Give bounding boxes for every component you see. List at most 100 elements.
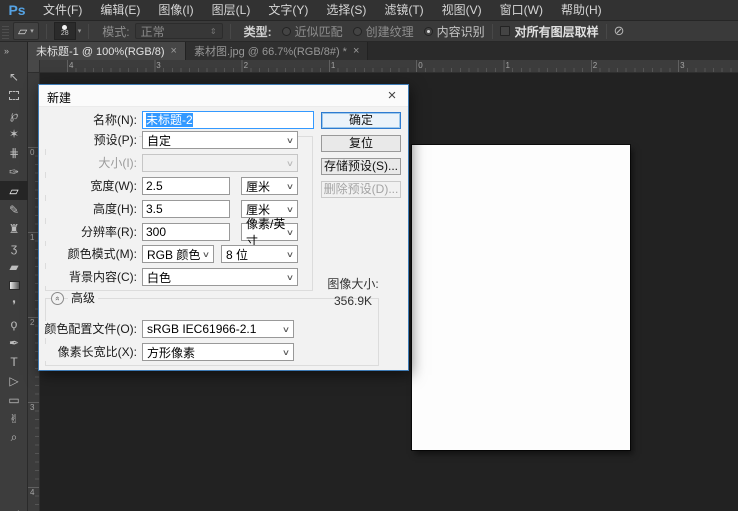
menubar-item-8[interactable]: 窗口(W) [491,0,552,20]
name-label: 名称(N): [39,112,139,129]
separator [230,24,231,39]
resolution-label: 分辨率(R): [39,224,139,241]
radio-icon [282,27,291,36]
bit-depth-dropdown[interactable]: 8 位 ∨ [221,245,298,263]
menubar-item-0[interactable]: 文件(F) [34,0,91,20]
name-input[interactable]: 未标题-2 [142,111,314,129]
resolution-unit-dropdown[interactable]: 像素/英寸 ∨ [241,223,298,241]
rectangular-marquee-tool[interactable] [0,86,28,105]
menubar-item-1[interactable]: 编辑(E) [91,0,149,20]
pixel-aspect-dropdown[interactable]: 方形像素 ∨ [142,343,294,361]
advanced-label: 高级 [68,291,98,306]
type-radio-1[interactable]: 创建纹理 [353,23,414,40]
chevron-down-icon: ∨ [286,273,294,282]
chevron-down-icon: ∨ [286,159,294,168]
menubar-item-4[interactable]: 文字(Y) [259,0,317,20]
resolution-input[interactable]: 300 [142,223,230,241]
preset-label: 预设(P): [39,132,139,149]
mode-value: 正常 [141,23,165,40]
document-tab-1[interactable]: 素材图.jpg @ 66.7%(RGB/8#) *× [186,42,368,60]
collapse-tool-panel-button[interactable]: » [0,42,28,60]
menubar-item-7[interactable]: 视图(V) [433,0,491,20]
type-radio-2[interactable]: 内容识别 [424,23,485,40]
menubar-item-2[interactable]: 图像(I) [149,0,202,20]
h-ruler-number: 4 [69,61,73,70]
horizontal-ruler[interactable]: 43210123 [40,60,738,73]
v-ruler-number: 2 [30,318,34,327]
checkbox-icon[interactable] [500,26,510,36]
eraser-tool[interactable]: ▰ [0,257,28,276]
image-size-value: 356.9K [301,294,405,308]
close-icon[interactable]: × [353,45,359,57]
tablet-pressure-icon[interactable]: ⊘ [614,23,625,39]
close-icon[interactable]: × [383,87,401,104]
type-radio-0[interactable]: 近似匹配 [282,23,343,40]
brush-tool[interactable]: ✎ [0,200,28,219]
gradient-tool[interactable] [0,276,28,295]
document-tab-0[interactable]: 未标题-1 @ 100%(RGB/8)× [28,42,186,60]
magic-wand-tool[interactable]: ✶ [0,124,28,143]
type-tool[interactable]: T [0,352,28,371]
clone-stamp-tool[interactable]: ♜ [0,219,28,238]
separator [492,24,493,39]
healing-brush-tool[interactable]: ▱ [0,181,28,200]
menu-bar: Ps 文件(F)编辑(E)图像(I)图层(L)文字(Y)选择(S)滤镜(T)视图… [0,0,738,21]
mode-dropdown[interactable]: 正常 ⇕ [135,23,223,39]
dropdown-arrows-icon: ⇕ [210,27,217,36]
new-document-dialog: 新建 × 名称(N): 未标题-2 预设(P): 自定 ∨ 大小(I): ∨ 宽… [38,84,409,371]
blur-tool[interactable]: ❜ [0,295,28,314]
name-input-selected-text: 未标题-2 [146,113,193,127]
options-bar-grip[interactable] [2,24,9,39]
close-icon[interactable]: × [171,45,177,57]
ok-button[interactable]: 确定 [321,112,401,129]
healing-brush-icon: ▱ [18,24,27,38]
dialog-title-bar[interactable]: 新建 × [39,85,408,107]
clone-stamp-tool-icon: ♜ [9,222,20,236]
chevron-down-icon: ∨ [286,228,294,237]
current-tool-preset[interactable]: ▱ ▾ [13,22,39,40]
chevron-down-icon: ∨ [286,136,294,145]
h-ruler-number: 2 [244,61,248,70]
shape-tool[interactable]: ▭ [0,390,28,409]
background-contents-dropdown[interactable]: 白色 ∨ [142,268,298,286]
chevron-down-icon[interactable]: ▾ [78,27,82,35]
color-mode-dropdown[interactable]: RGB 颜色 ∨ [142,245,214,263]
advanced-collapse-button[interactable]: » [51,292,64,305]
color-profile-dropdown[interactable]: sRGB IEC61966-2.1 ∨ [142,320,294,338]
ruler-origin-corner[interactable] [28,60,40,73]
size-label: 大小(I): [39,155,139,172]
h-ruler-number: 2 [593,61,597,70]
path-selection-tool[interactable]: ▷ [0,371,28,390]
menubar-item-3[interactable]: 图层(L) [203,0,260,20]
sample-all-layers-option[interactable]: 对所有图层取样 [500,23,599,40]
pen-tool[interactable]: ✒ [0,333,28,352]
brush-size-picker[interactable]: 28 [54,22,76,40]
menubar-item-9[interactable]: 帮助(H) [552,0,611,20]
height-input[interactable]: 3.5 [142,200,230,218]
width-input[interactable]: 2.5 [142,177,230,195]
dodge-tool[interactable]: ϙ [0,314,28,333]
chevron-down-icon: ▾ [30,27,34,35]
save-preset-button[interactable]: 存储预设(S)... [321,158,401,175]
preset-dropdown[interactable]: 自定 ∨ [142,131,298,149]
background-contents-value: 白色 [147,269,171,286]
type-radio-label: 内容识别 [437,23,485,40]
chevron-down-icon: ∨ [286,182,294,191]
eyedropper-tool[interactable]: ✑ [0,162,28,181]
pixel-aspect-label: 像素长宽比(X): [39,344,139,361]
width-unit-dropdown[interactable]: 厘米 ∨ [241,177,298,195]
zoom-tool[interactable]: ⌕ [0,428,28,447]
menubar-item-6[interactable]: 滤镜(T) [375,0,432,20]
move-tool[interactable]: ↖ [0,67,28,86]
lasso-tool[interactable]: ℘ [0,105,28,124]
history-brush-tool[interactable]: ʒ [0,238,28,257]
pixel-aspect-value: 方形像素 [147,344,195,361]
document-canvas[interactable] [412,145,630,450]
chevron-down-icon: ∨ [286,205,294,214]
menubar-item-5[interactable]: 选择(S) [317,0,375,20]
hand-tool[interactable]: ✌ [0,409,28,428]
width-unit-value: 厘米 [246,178,270,195]
preset-value: 自定 [147,132,171,149]
crop-tool[interactable]: ⋕ [0,143,28,162]
reset-button[interactable]: 复位 [321,135,401,152]
